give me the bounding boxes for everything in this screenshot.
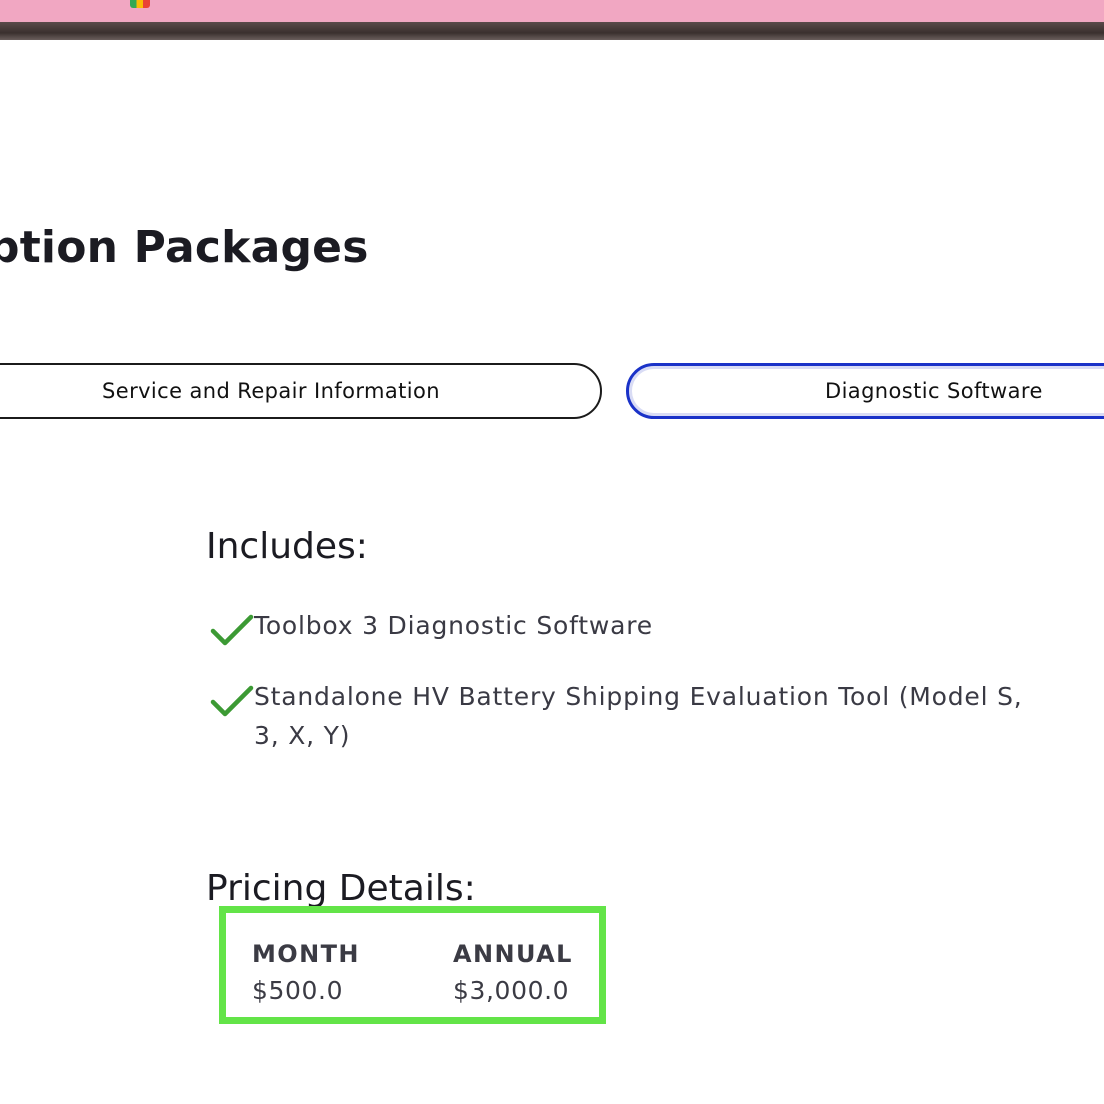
tab-diagnostic-software[interactable]: Diagnostic Software — [626, 363, 1104, 419]
includes-heading: Includes: — [206, 526, 368, 567]
price-annual: ANNUAL $3,000.0 — [453, 937, 573, 1011]
pricing-heading: Pricing Details: — [206, 868, 476, 909]
page-title: ption Packages — [0, 222, 369, 273]
feature-item: Toolbox 3 Diagnostic Software — [210, 606, 1034, 648]
price-label-annual: ANNUAL — [453, 940, 573, 968]
browser-bookmarks-bar — [0, 0, 1104, 22]
check-icon — [210, 614, 254, 646]
feature-text: Standalone HV Battery Shipping Evaluatio… — [254, 682, 1023, 750]
browser-frame-edge — [0, 22, 1104, 40]
pricing-highlight-box: MONTH $500.0 ANNUAL $3,000.0 — [219, 906, 606, 1024]
feature-text: Toolbox 3 Diagnostic Software — [254, 611, 653, 640]
bookmark-item[interactable] — [130, 0, 150, 8]
price-month: MONTH $500.0 — [252, 937, 360, 1011]
price-value-annual: $3,000.0 — [453, 976, 570, 1005]
price-label-month: MONTH — [252, 940, 360, 968]
feature-item: Standalone HV Battery Shipping Evaluatio… — [210, 677, 1034, 755]
tab-service-and-repair-information[interactable]: Service and Repair Information — [0, 363, 602, 419]
price-value-month: $500.0 — [252, 976, 344, 1005]
check-icon — [210, 685, 254, 717]
bookmark-favicon-icon — [130, 0, 150, 8]
page: ption Packages Service and Repair Inform… — [0, 0, 1104, 1104]
